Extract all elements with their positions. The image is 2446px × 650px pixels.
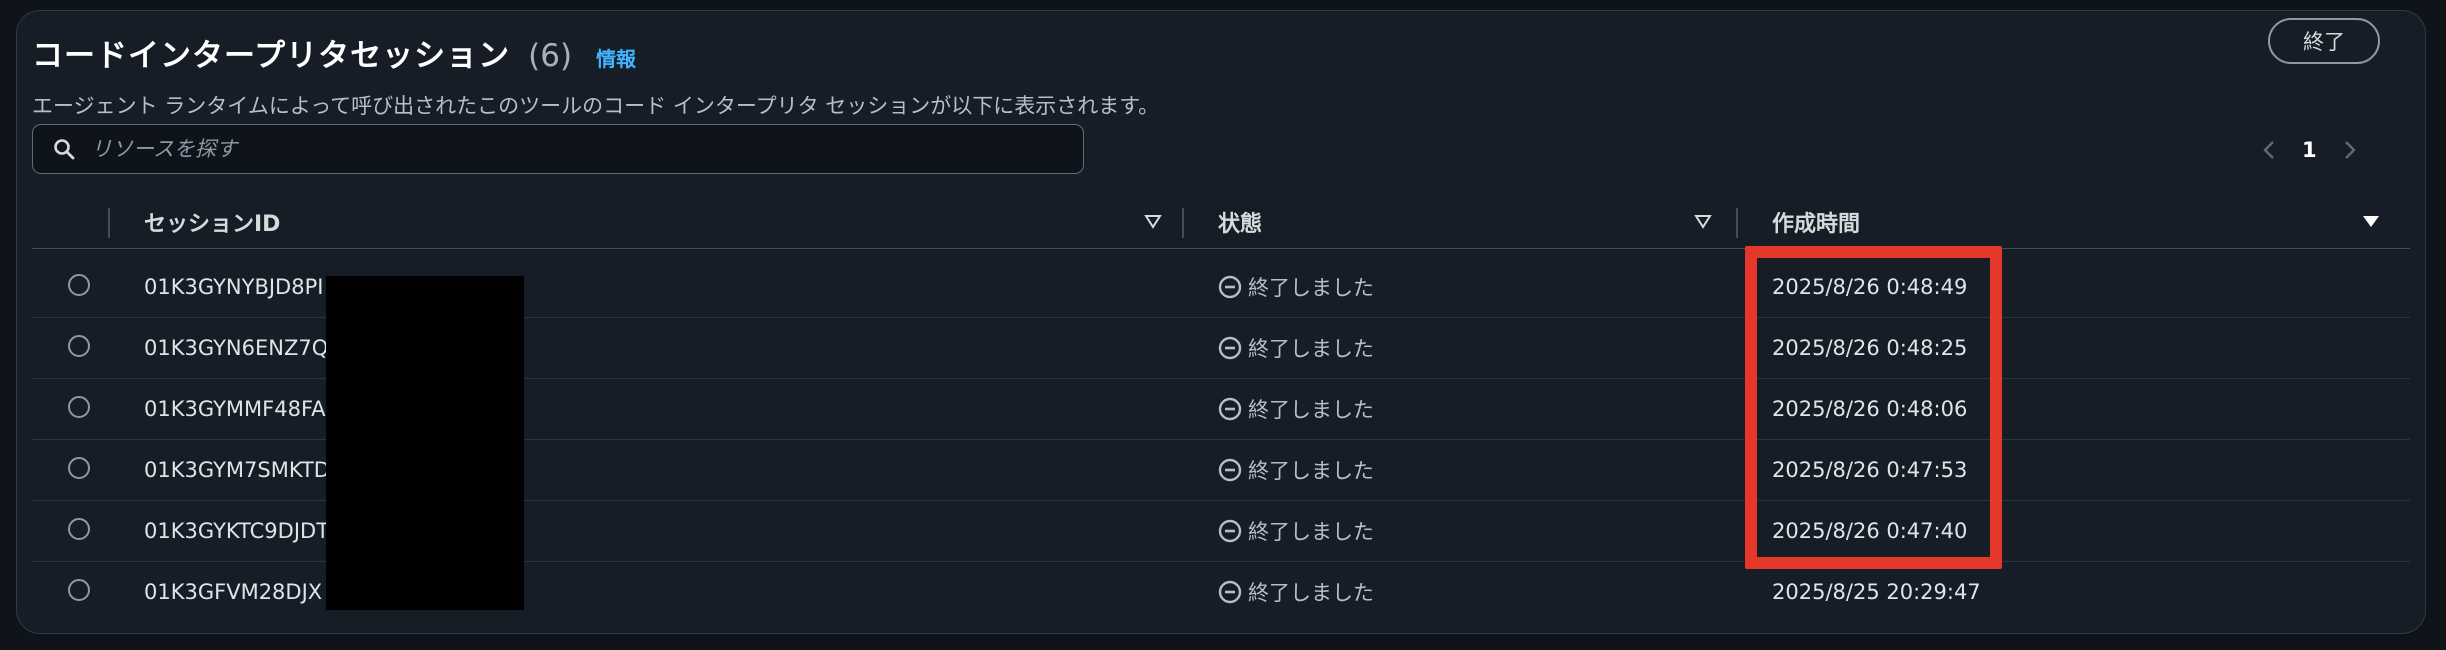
pagination: 1 xyxy=(2262,138,2357,162)
sort-icon[interactable] xyxy=(1694,212,1712,230)
chevron-left-icon[interactable] xyxy=(2262,139,2276,161)
status-cell: 終了しました xyxy=(1218,561,1374,622)
status-text: 終了しました xyxy=(1248,336,1374,361)
column-status[interactable]: 状態 xyxy=(1218,196,1262,248)
session-id[interactable]: 01K3GYMMF48FA xyxy=(144,378,325,439)
table-header: セッションID 状態 作成時間 xyxy=(32,196,2410,249)
current-page[interactable]: 1 xyxy=(2302,138,2317,162)
column-divider xyxy=(1736,208,1738,238)
session-id[interactable]: 01K3GYN6ENZ7Q xyxy=(144,317,328,378)
stopped-icon xyxy=(1218,397,1242,420)
search-input[interactable] xyxy=(89,136,1043,162)
column-divider xyxy=(108,208,110,238)
status-cell: 終了しました xyxy=(1218,439,1374,500)
stopped-icon xyxy=(1218,336,1242,359)
chevron-right-icon[interactable] xyxy=(2343,139,2357,161)
status-text: 終了しました xyxy=(1248,275,1374,300)
status-text: 終了しました xyxy=(1248,397,1374,422)
page-title: コードインタープリタセッション xyxy=(32,38,511,74)
created-time: 2025/8/25 20:29:47 xyxy=(1772,579,1981,604)
redaction-block xyxy=(326,276,524,610)
sort-icon[interactable] xyxy=(1144,212,1162,230)
header: コードインタープリタセッション (6) 情報 xyxy=(32,30,636,75)
status-cell: 終了しました xyxy=(1218,317,1374,378)
row-radio[interactable] xyxy=(68,274,90,296)
session-count: (6) xyxy=(528,38,573,74)
status-cell: 終了しました xyxy=(1218,378,1374,439)
row-radio[interactable] xyxy=(68,457,90,479)
status-text: 終了しました xyxy=(1248,519,1374,544)
column-session-id[interactable]: セッションID xyxy=(144,196,280,248)
status-text: 終了しました xyxy=(1248,580,1374,605)
highlight-box xyxy=(1745,246,2002,569)
stopped-icon xyxy=(1218,458,1242,481)
stopped-icon xyxy=(1218,580,1242,603)
row-radio[interactable] xyxy=(68,396,90,418)
status-cell: 終了しました xyxy=(1218,500,1374,561)
session-id[interactable]: 01K3GYKTC9DJDT xyxy=(144,500,329,561)
session-id[interactable]: 01K3GFVM28DJX xyxy=(144,561,322,622)
column-created-time[interactable]: 作成時間 xyxy=(1772,196,1860,248)
page-description: エージェント ランタイムによって呼び出されたこのツールのコード インタープリタ … xyxy=(32,94,1160,118)
row-radio[interactable] xyxy=(68,579,90,601)
info-link[interactable]: 情報 xyxy=(596,43,636,72)
row-radio[interactable] xyxy=(68,335,90,357)
stopped-icon xyxy=(1218,275,1242,298)
search-box[interactable] xyxy=(32,124,1084,174)
stopped-icon xyxy=(1218,519,1242,542)
session-id[interactable]: 01K3GYM7SMKTD xyxy=(144,439,330,500)
search-icon xyxy=(54,139,75,160)
status-text: 終了しました xyxy=(1248,458,1374,483)
column-divider xyxy=(1182,208,1184,238)
status-cell: 終了しました xyxy=(1218,256,1374,317)
session-id[interactable]: 01K3GYNYBJD8PI xyxy=(144,256,323,317)
row-radio[interactable] xyxy=(68,518,90,540)
sort-descending-icon[interactable] xyxy=(2362,212,2380,230)
end-button[interactable]: 終了 xyxy=(2268,18,2380,64)
